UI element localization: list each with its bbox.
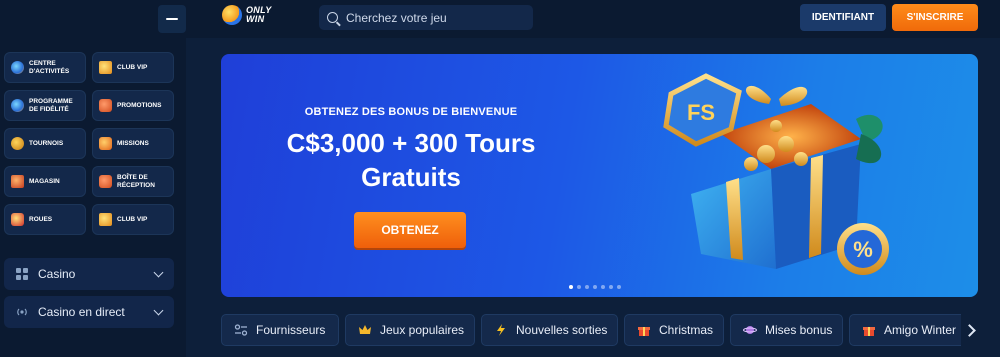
category-label: Amigo Winter (884, 323, 957, 337)
category-bonus-bets[interactable]: Mises bonus (730, 314, 843, 346)
tile-label: MAGASIN (29, 177, 60, 185)
sidebar-tile-vip-club-2[interactable]: CLUB VIP (92, 204, 174, 235)
signup-button[interactable]: S'INSCRIRE (892, 4, 978, 31)
headline-line-1: C$3,000 + 300 Tours (286, 128, 536, 158)
sidebar-tile-tournaments[interactable]: TOURNOIS (4, 128, 86, 159)
hamburger-icon (166, 18, 178, 20)
gift-icon (99, 99, 112, 112)
tile-label: PROGRAMME DE FIDÉLITÉ (29, 98, 73, 113)
tile-label: CLUB VIP (117, 215, 148, 223)
live-icon (16, 306, 28, 318)
chevron-down-icon (153, 305, 164, 315)
planet-icon (743, 323, 757, 337)
wheel-icon (11, 213, 24, 226)
percent-coin-icon: % (837, 223, 889, 275)
tile-label: BOÎTE DE RÉCEPTION (117, 174, 155, 189)
chevron-right-icon[interactable] (962, 320, 976, 340)
category-providers[interactable]: Fournisseurs (221, 314, 339, 346)
carousel-dot[interactable] (585, 285, 589, 289)
sidebar-tile-wheels[interactable]: ROUES (4, 204, 86, 235)
gift-box-illustration: FS % (663, 73, 889, 275)
sidebar-menu-live-casino[interactable]: Casino en direct (4, 296, 174, 328)
tile-label: TOURNOIS (29, 139, 64, 147)
menu-label: Casino (38, 267, 76, 281)
login-button[interactable]: IDENTIFIANT (800, 4, 886, 31)
category-new-releases[interactable]: Nouvelles sorties (481, 314, 618, 346)
tile-label: PROMOTIONS (117, 101, 162, 109)
activity-center-icon (11, 61, 24, 74)
grid-icon (16, 268, 28, 280)
sidebar-tile-shop[interactable]: MAGASIN (4, 166, 86, 197)
tile-label: CENTRE D'ACTIVITÉS (29, 60, 70, 75)
trophy-icon (11, 137, 24, 150)
gift-icon (862, 323, 876, 337)
category-label: Mises bonus (765, 323, 833, 337)
chevron-down-icon (153, 267, 164, 277)
welcome-bonus-banner[interactable]: OBTENEZ DES BONUS DE BIENVENUE C$3,000 +… (221, 54, 978, 297)
banner-headline: C$3,000 + 300 Tours Gratuits (221, 126, 601, 194)
lightning-icon (494, 323, 508, 337)
logo-icon (222, 5, 242, 25)
carousel-dot[interactable] (593, 285, 597, 289)
category-popular[interactable]: Jeux populaires (345, 314, 475, 346)
menu-label: Casino en direct (38, 305, 125, 319)
tile-label: ROUES (29, 215, 53, 223)
category-label: Jeux populaires (380, 323, 465, 337)
sidebar-tile-vip-club[interactable]: CLUB VIP (92, 52, 174, 83)
logo-wordmark: ONLY WIN (246, 6, 272, 24)
carousel-dot[interactable] (617, 285, 621, 289)
search-icon (327, 12, 338, 23)
sidebar-menu-casino[interactable]: Casino (4, 258, 174, 290)
svg-text:%: % (853, 237, 873, 262)
headline-line-2: Gratuits (361, 162, 461, 192)
sidebar-tile-loyalty[interactable]: PROGRAMME DE FIDÉLITÉ (4, 90, 86, 121)
inbox-gift-icon (99, 175, 112, 188)
loyalty-icon (11, 99, 24, 112)
sidebar-tiles: CENTRE D'ACTIVITÉS CLUB VIP PROGRAMME DE… (4, 52, 176, 235)
crown-icon (99, 213, 112, 226)
tile-label: CLUB VIP (117, 63, 148, 71)
providers-icon (234, 323, 248, 337)
category-amigo-winter[interactable]: Amigo Winter (849, 314, 961, 346)
sidebar: CENTRE D'ACTIVITÉS CLUB VIP PROGRAMME DE… (0, 0, 186, 357)
shop-icon (11, 175, 24, 188)
carousel-dot[interactable] (577, 285, 581, 289)
category-label: Nouvelles sorties (516, 323, 608, 337)
brand-logo[interactable]: ONLY WIN (222, 5, 272, 25)
rocket-icon (99, 137, 112, 150)
gift-icon (637, 323, 651, 337)
carousel-dot[interactable] (609, 285, 613, 289)
top-header: ONLY WIN IDENTIFIANT S'INSCRIRE (186, 0, 1000, 38)
claim-bonus-button[interactable]: OBTENEZ (354, 212, 466, 248)
search-input[interactable] (346, 10, 516, 25)
carousel-dots (569, 285, 621, 289)
crown-icon (99, 61, 112, 74)
category-christmas[interactable]: Christmas (624, 314, 724, 346)
badge-text: FS (687, 100, 715, 125)
category-label: Christmas (659, 323, 714, 337)
carousel-dot[interactable] (601, 285, 605, 289)
logo-line-2: WIN (246, 14, 265, 24)
category-label: Fournisseurs (256, 323, 326, 337)
crown-icon (358, 323, 372, 337)
sidebar-tile-promotions[interactable]: PROMOTIONS (92, 90, 174, 121)
banner-kicker: OBTENEZ DES BONUS DE BIENVENUE (304, 106, 518, 118)
category-bar: Fournisseurs Jeux populaires Nouvelles s… (221, 314, 961, 346)
tile-label: MISSIONS (117, 139, 149, 147)
sidebar-tile-inbox[interactable]: BOÎTE DE RÉCEPTION (92, 166, 174, 197)
sidebar-tile-activity-center[interactable]: CENTRE D'ACTIVITÉS (4, 52, 86, 83)
menu-toggle-button[interactable] (158, 5, 186, 33)
search-box[interactable] (319, 5, 533, 30)
sidebar-tile-missions[interactable]: MISSIONS (92, 128, 174, 159)
carousel-dot[interactable] (569, 285, 573, 289)
